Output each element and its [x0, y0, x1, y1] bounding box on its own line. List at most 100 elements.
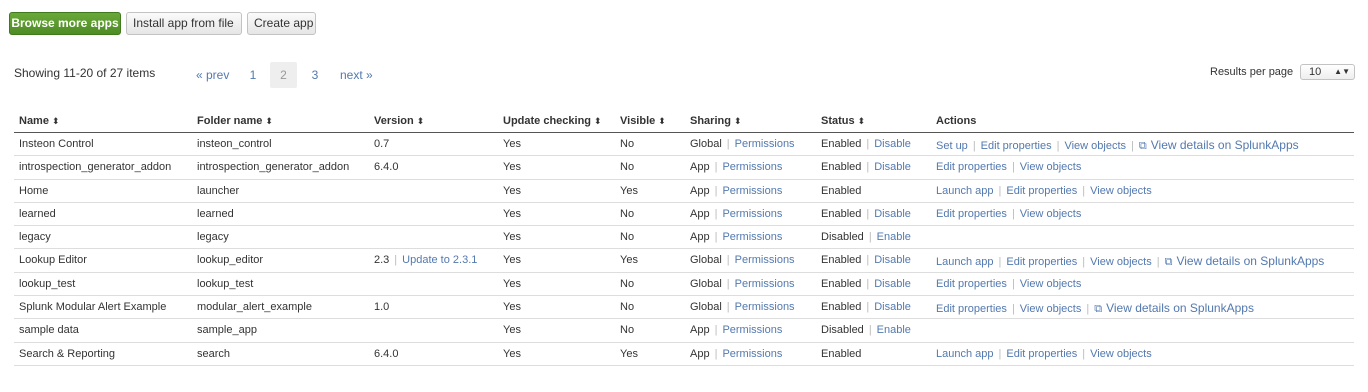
sharing-value: Global — [690, 301, 722, 314]
disable-link[interactable]: Disable — [874, 208, 911, 220]
visible-cell: No — [620, 231, 634, 243]
separator: | — [1082, 256, 1086, 269]
prev-page-link[interactable]: « prev — [196, 62, 230, 88]
status-cell: Disabled | Enable — [821, 324, 911, 336]
disable-link[interactable]: Disable — [874, 301, 911, 313]
view-objects-link[interactable]: View objects — [1090, 185, 1152, 197]
separator: | — [714, 184, 718, 197]
results-per-page-label: Results per page — [1210, 66, 1294, 78]
update-checking-value: Yes — [503, 184, 521, 197]
table-row: learned learned Yes No App | Permissions Enable… — [14, 203, 1354, 227]
edit-properties-link[interactable]: Edit properties — [1006, 185, 1077, 197]
view-objects-link[interactable]: View objects — [1090, 348, 1152, 360]
edit-properties-link[interactable]: Edit properties — [936, 161, 1007, 173]
column-header-sharing[interactable]: Sharing ⬍ — [690, 115, 742, 127]
actions-cell: Launch app | Edit properties | View objects |… — [936, 254, 1324, 269]
view-details-on-splunkapps-link[interactable]: ⧉ View details on SplunkApps — [1094, 301, 1254, 315]
edit-properties-link[interactable]: Edit properties — [936, 278, 1007, 290]
results-per-page-select[interactable]: 10 ▲▼ — [1300, 64, 1355, 80]
permissions-link[interactable]: Permissions — [722, 208, 782, 220]
table-row: legacy legacy Yes No App | Permissions Disabled… — [14, 226, 1354, 250]
set-up-link[interactable]: Set up — [936, 140, 968, 152]
app-name-cell: Splunk Modular Alert Example — [19, 301, 166, 313]
permissions-link[interactable]: Permissions — [722, 324, 782, 336]
update-version-link[interactable]: Update to 2.3.1 — [402, 254, 477, 266]
disable-link[interactable]: Disable — [874, 278, 911, 290]
page-link-1[interactable]: 1 — [243, 62, 263, 88]
column-header-update-checking[interactable]: Update checking ⬍ — [503, 115, 602, 127]
view-objects-link[interactable]: View objects — [1020, 161, 1082, 173]
edit-properties-link[interactable]: Edit properties — [1006, 256, 1077, 268]
permissions-link[interactable]: Permissions — [735, 278, 795, 290]
column-header-name[interactable]: Name ⬍ — [19, 115, 60, 127]
permissions-link[interactable]: Permissions — [735, 254, 795, 266]
column-header-status[interactable]: Status ⬍ — [821, 115, 865, 127]
sharing-cell: App | Permissions — [690, 324, 782, 336]
edit-properties-link[interactable]: Edit properties — [936, 303, 1007, 315]
disable-link[interactable]: Disable — [874, 138, 911, 150]
folder-name: sample_app — [197, 324, 257, 337]
view-objects-link[interactable]: View objects — [1020, 208, 1082, 220]
permissions-link[interactable]: Permissions — [722, 185, 782, 197]
create-app-button[interactable]: Create app — [247, 12, 316, 35]
permissions-link[interactable]: Permissions — [722, 348, 782, 360]
disable-link[interactable]: Disable — [874, 254, 911, 266]
app-name: Search & Reporting — [19, 347, 115, 360]
update-checking-cell: Yes — [503, 208, 521, 220]
app-name-cell: lookup_test — [19, 278, 75, 290]
visible-value: No — [620, 277, 635, 290]
permissions-link[interactable]: Permissions — [735, 138, 795, 150]
view-details-on-splunkapps-link[interactable]: ⧉ View details on SplunkApps — [1165, 254, 1325, 268]
enable-link[interactable]: Enable — [877, 231, 911, 243]
folder-name-cell: lookup_editor — [197, 254, 263, 266]
edit-properties-link[interactable]: Edit properties — [1006, 348, 1077, 360]
permissions-link[interactable]: Permissions — [722, 231, 782, 243]
edit-properties-link[interactable]: Edit properties — [936, 208, 1007, 220]
status-cell: Enabled | Disable — [821, 301, 911, 313]
permissions-link[interactable]: Permissions — [735, 301, 795, 313]
disable-link[interactable]: Disable — [874, 161, 911, 173]
update-checking-cell: Yes — [503, 348, 521, 360]
separator: | — [972, 140, 976, 152]
separator: | — [1082, 347, 1086, 360]
view-objects-link[interactable]: View objects — [1020, 278, 1082, 290]
permissions-link[interactable]: Permissions — [722, 161, 782, 173]
view-details-on-splunkapps-link[interactable]: ⧉ View details on SplunkApps — [1139, 138, 1299, 152]
view-objects-link[interactable]: View objects — [1064, 140, 1126, 152]
folder-name: launcher — [197, 184, 240, 197]
column-header-visible[interactable]: Visible ⬍ — [620, 115, 666, 127]
status-cell: Enabled | Disable — [821, 278, 911, 290]
visible-value: No — [620, 231, 635, 244]
launch-app-link[interactable]: Launch app — [936, 256, 994, 268]
update-checking-cell: Yes — [503, 278, 521, 290]
view-objects-link[interactable]: View objects — [1090, 256, 1152, 268]
sort-icon: ⬍ — [265, 116, 273, 126]
launch-app-link[interactable]: Launch app — [936, 185, 994, 197]
separator: | — [714, 207, 718, 220]
column-header-version[interactable]: Version ⬍ — [374, 115, 424, 127]
column-header-folder[interactable]: Folder name ⬍ — [197, 115, 273, 127]
update-checking-cell: Yes — [503, 231, 521, 243]
update-checking-value: Yes — [503, 277, 521, 290]
browse-more-apps-button[interactable]: Browse more apps — [9, 12, 121, 35]
page-link-3[interactable]: 3 — [305, 62, 325, 88]
view-objects-link[interactable]: View objects — [1020, 303, 1082, 315]
enable-link[interactable]: Enable — [877, 324, 911, 336]
sharing-value: App — [690, 231, 710, 244]
visible-value: No — [620, 301, 635, 314]
page-link-2-current: 2 — [270, 62, 297, 88]
separator: | — [714, 324, 718, 337]
actions-cell: Edit properties | View objects | ⧉ View detai… — [936, 301, 1254, 316]
edit-properties-link[interactable]: Edit properties — [981, 140, 1052, 152]
status-value: Enabled — [821, 184, 862, 197]
launch-app-link[interactable]: Launch app — [936, 348, 994, 360]
external-link-label: View details on SplunkApps — [1150, 138, 1299, 152]
app-name-cell: sample data — [19, 324, 79, 336]
sharing-value: App — [690, 161, 710, 174]
results-per-page-value: 10 — [1309, 66, 1322, 78]
visible-value: Yes — [620, 254, 638, 267]
status-cell: Enabled | Disable — [821, 208, 911, 220]
status-cell: Enabled | Disable — [821, 138, 911, 150]
install-app-from-file-button[interactable]: Install app from file — [126, 12, 242, 35]
next-page-link[interactable]: next » — [340, 62, 380, 88]
